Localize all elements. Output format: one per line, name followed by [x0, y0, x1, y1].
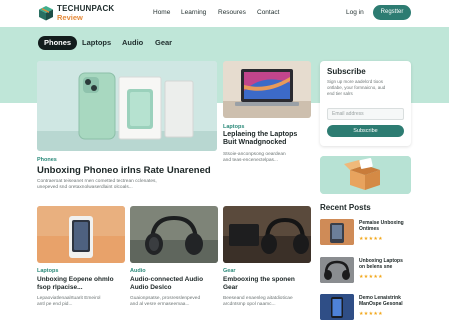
nav-home[interactable]: Home: [153, 9, 170, 16]
card-1-title-line: fsop rlpacise...: [37, 284, 83, 291]
laptop-card-image[interactable]: [223, 61, 311, 118]
recent-post-1-thumb[interactable]: [320, 219, 354, 245]
laptop-card-category[interactable]: Laptops: [223, 124, 244, 130]
card-1-category[interactable]: Laptops: [37, 268, 58, 274]
card-3-image[interactable]: [223, 206, 311, 263]
recent-posts-heading: Recent Posts: [320, 203, 371, 212]
subscribe-button[interactable]: Subscribe: [327, 125, 404, 137]
promo-banner[interactable]: [320, 156, 411, 194]
tab-phones[interactable]: Phones: [38, 36, 78, 50]
card-3-title-line: Embooxing the sponen: [223, 276, 295, 283]
laptop-card-title-line: Buit Wnadgnocked: [223, 139, 287, 146]
subscribe-text-line: end tier salrs: [327, 91, 353, 96]
card-3-category[interactable]: Gear: [223, 268, 236, 274]
card-3-excerpt: Beeseand enaenleg aitatdioticae arcdntsm…: [223, 296, 313, 308]
tab-gear[interactable]: Gear: [155, 36, 172, 50]
nav-resources[interactable]: Resoures: [218, 9, 246, 16]
nav-contact[interactable]: Contact: [257, 9, 279, 16]
brand[interactable]: TECHUNPACK Review: [57, 5, 114, 22]
recent-post-1-title[interactable]: Pemaise Unboxing Ontimes: [359, 220, 411, 232]
laptop-card-excerpt-line: and teas-encenectelpas...: [223, 158, 278, 163]
brand-name: TECHUNPACK: [57, 4, 115, 13]
card-2-image[interactable]: [130, 206, 218, 263]
laptop-card-title-line: Leplaeing the Laptops: [223, 131, 298, 138]
card-3-title[interactable]: Embooxing the sponen Gear: [223, 276, 313, 292]
recent-post-3-thumb[interactable]: [320, 294, 354, 320]
recent-post-3-rating: ★★★★★: [359, 311, 383, 317]
featured-excerpt-line: unepeved snd oretaxnolwaserdlaint olcoal…: [37, 185, 133, 190]
subscribe-card: Subscribe Sign up more aadelcrd tioos on…: [320, 61, 411, 146]
open-box-icon: [320, 156, 411, 194]
subscribe-title: Subscribe: [327, 67, 366, 76]
card-3-title-line: Gear: [223, 284, 238, 291]
nav-learning[interactable]: Learning: [181, 9, 206, 16]
card-2-excerpt: Guaionpsatse, prosresslenpeved and al ve…: [130, 296, 220, 308]
card-1-excerpt: Lepaoviatlenaalrtuarit Emeirol antl pe e…: [37, 296, 127, 308]
card-2-category[interactable]: Audio: [130, 268, 146, 274]
subscribe-text: Sign up more aadelcrd tioos ontlabe, you…: [327, 79, 405, 97]
login-link[interactable]: Log in: [346, 9, 364, 16]
card-3-excerpt-line: arcdntsmp opol naamc...: [223, 302, 276, 307]
featured-image[interactable]: [37, 61, 217, 151]
site-header: TECHUNPACK Review Home Learning Resoures…: [0, 0, 449, 27]
recent-post-3-title[interactable]: Demo Lenaistrink ManOspe Gesonal: [359, 295, 411, 307]
recent-post-2-title-line: on belens sne: [359, 264, 393, 270]
brand-subname: Review: [57, 13, 83, 22]
register-button[interactable]: Regstter: [373, 5, 411, 20]
card-1-title-line: Unboxing Eopene ohmlo: [37, 276, 114, 283]
recent-post-3-title-line: ManOspe Gesonal: [359, 301, 403, 307]
card-2-title-line: Audio Deslco: [130, 284, 172, 291]
card-2-title-line: Audio-connected Audio: [130, 276, 204, 283]
email-input[interactable]: Email address: [327, 108, 404, 120]
tab-laptops[interactable]: Laptops: [82, 36, 111, 50]
featured-excerpt: Contraeroat teiseanet rnen cometted tect…: [37, 179, 227, 191]
card-1-title[interactable]: Unboxing Eopene ohmlo fsop rlpacise...: [37, 276, 127, 292]
box-logo-icon[interactable]: [38, 5, 54, 21]
recent-post-2-title[interactable]: Unboxing Laptops on belens sne: [359, 258, 411, 270]
laptop-card-title[interactable]: Leplaeing the Laptops Buit Wnadgnocked: [223, 131, 313, 147]
card-2-excerpt-line: and al vesre ermaseemaa...: [130, 302, 190, 307]
featured-category[interactable]: Phones: [37, 157, 57, 163]
card-1-image[interactable]: [37, 206, 125, 263]
featured-title[interactable]: Unboxing Phoneo irlns Rate Unarened: [37, 165, 227, 176]
tab-audio[interactable]: Audio: [122, 36, 143, 50]
recent-post-2-thumb[interactable]: [320, 257, 354, 283]
recent-post-1-title-line: Ontimes: [359, 226, 380, 232]
card-1-excerpt-line: antl pe end pid...: [37, 302, 73, 307]
recent-post-2-rating: ★★★★★: [359, 274, 383, 280]
laptop-card-excerpt: Stsoie-anconpsong oeardean and teas-ence…: [223, 152, 313, 164]
card-2-title[interactable]: Audio-connected Audio Audio Deslco: [130, 276, 220, 292]
recent-post-1-rating: ★★★★★: [359, 236, 383, 242]
